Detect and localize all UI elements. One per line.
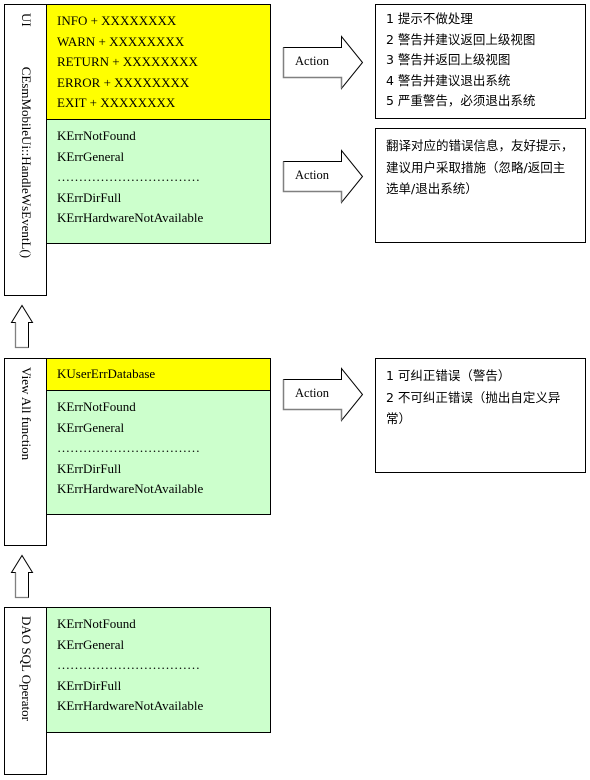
note-line: 2 警告并建议返回上级视图 bbox=[386, 31, 536, 47]
ellipsis: …………………………… bbox=[57, 169, 200, 184]
action-label: Action bbox=[295, 168, 330, 182]
action-label: Action bbox=[295, 54, 330, 68]
warning-item: RETURN + XXXXXXXX bbox=[57, 54, 198, 69]
ellipsis: …………………………… bbox=[57, 440, 200, 455]
note-line: 5 严重警告，必须退出系统 bbox=[386, 93, 536, 108]
error-item: KErrHardwareNotAvailable bbox=[57, 698, 204, 713]
ui-layer-label-box: UICEsmMobileUi::HandleWsEventL() bbox=[4, 4, 47, 296]
note-line: 4 警告并建议退出系统 bbox=[386, 72, 511, 88]
ui-layer-label-handler: CEsmMobileUi::HandleWsEventL() bbox=[19, 66, 34, 259]
ui-layer-label-ui: UI bbox=[19, 13, 34, 27]
error-item: KErrGeneral bbox=[57, 419, 125, 435]
error-item: KErrNotFound bbox=[57, 128, 136, 143]
ui-layer-label: UICEsmMobileUi::HandleWsEventL() bbox=[5, 5, 46, 295]
dao-error-section: KErrNotFound KErrGeneral …………………………… KEr… bbox=[47, 608, 270, 732]
up-arrow-icon bbox=[10, 554, 34, 599]
dao-layer-codes: KErrNotFound KErrGeneral …………………………… KEr… bbox=[46, 607, 271, 733]
view-warning-section: KUserErrDatabase bbox=[47, 359, 270, 391]
error-item: KErrNotFound bbox=[57, 399, 136, 414]
error-item: KErrGeneral bbox=[57, 148, 125, 164]
view-error-section: KErrNotFound KErrGeneral …………………………… KEr… bbox=[47, 391, 270, 514]
action-label: Action bbox=[295, 386, 330, 400]
ui-error-actions-note: 翻译对应的错误信息，友好提示，建议用户采取措施（忽略/返回主选单/退出系统） bbox=[375, 128, 586, 243]
ui-warning-section: INFO + XXXXXXXX WARN + XXXXXXXX RETURN +… bbox=[47, 5, 270, 120]
error-item: KErrDirFull bbox=[57, 677, 122, 693]
view-layer-codes: KUserErrDatabase KErrNotFound KErrGenera… bbox=[46, 358, 271, 515]
ellipsis: …………………………… bbox=[57, 657, 200, 672]
view-layer-label: View All function bbox=[19, 367, 34, 461]
dao-layer-label-box: DAO SQL Operator bbox=[4, 607, 47, 775]
error-item: KErrDirFull bbox=[57, 460, 122, 476]
error-item: KErrGeneral bbox=[57, 636, 125, 652]
note-text: 翻译对应的错误信息，友好提示，建议用户采取措施（忽略/返回主选单/退出系统） bbox=[386, 138, 574, 196]
ui-warning-actions-note: 1 提示不做处理 2 警告并建议返回上级视图 3 警告并返回上级视图 4 警告并… bbox=[375, 4, 586, 119]
warning-item: INFO + XXXXXXXX bbox=[57, 13, 177, 28]
warning-item: KUserErrDatabase bbox=[57, 366, 156, 381]
warning-item: ERROR + XXXXXXXX bbox=[57, 74, 190, 90]
note-line: 3 警告并返回上级视图 bbox=[386, 52, 511, 67]
ui-error-section: KErrNotFound KErrGeneral …………………………… KEr… bbox=[47, 120, 270, 243]
warning-item: EXIT + XXXXXXXX bbox=[57, 95, 176, 110]
ui-layer-codes: INFO + XXXXXXXX WARN + XXXXXXXX RETURN +… bbox=[46, 4, 271, 244]
dao-layer-label: DAO SQL Operator bbox=[19, 616, 34, 721]
up-arrow-icon bbox=[10, 304, 34, 349]
view-layer-label-box: View All function bbox=[4, 358, 47, 546]
error-item: KErrHardwareNotAvailable bbox=[57, 210, 204, 225]
view-actions-note: 1 可纠正错误（警告） 2 不可纠正错误（抛出自定义异常） bbox=[375, 358, 586, 473]
error-item: KErrDirFull bbox=[57, 189, 122, 205]
error-item: KErrHardwareNotAvailable bbox=[57, 481, 204, 496]
error-item: KErrNotFound bbox=[57, 616, 136, 631]
note-line: 1 提示不做处理 bbox=[386, 11, 473, 26]
warning-item: WARN + XXXXXXXX bbox=[57, 33, 185, 49]
note-text: 1 可纠正错误（警告） 2 不可纠正错误（抛出自定义异常） bbox=[386, 368, 561, 426]
